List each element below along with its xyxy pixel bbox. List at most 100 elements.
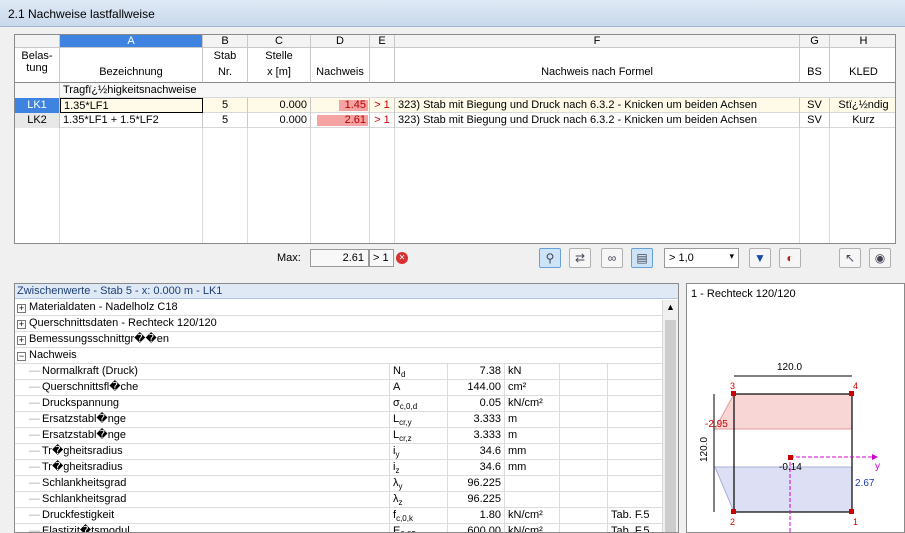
view-icon[interactable]: ◉ (869, 248, 891, 268)
detail-row: — Druckfestigkeit fc,0,k 1.80 kN/cm² Tab. F.5 (15, 508, 663, 524)
detail-reference (608, 476, 663, 492)
detail-unit: m (505, 412, 560, 428)
show-relation-button[interactable]: ⚲ (539, 248, 561, 268)
detail-row: — Tr�gheitsradius iz 34.6 mm (15, 460, 663, 476)
detail-name: Druckfestigkeit (42, 509, 115, 521)
detail-row: — Ersatzstabl�nge Lcr,y 3.333 m (15, 412, 663, 428)
table-row[interactable]: LK1 1.35*LF1 5 0.000 1.45 > 1 323) Stab … (15, 98, 895, 113)
select-icon[interactable]: ↖ (839, 248, 861, 268)
detail-name: Elastizit�tsmodul (42, 525, 130, 533)
section-view-panel: 1 - Rechteck 120/120 120.0 120.0 3 4 2 1… (686, 283, 905, 533)
detail-name: Schlankheitsgrad (42, 493, 127, 505)
corner-label: 4 (853, 381, 858, 391)
axis-y-label: y (875, 461, 880, 472)
detail-unit: mm (505, 460, 560, 476)
detail-row: — Querschnittsfl�che A 144.00 cm² (15, 380, 663, 396)
max-toolbar: Max: 2.61 > 1 ✕ ⚲ ⇄ ∞ ▤ > 1,0 ▾ ▼ ◐ ↖ ◉ (14, 244, 896, 272)
detail-symbol: Nd (390, 364, 448, 380)
row-label[interactable]: LK1 (15, 98, 60, 113)
detail-row: — Tr�gheitsradius iy 34.6 mm (15, 444, 663, 460)
detail-name: Tr�gheitsradius (42, 445, 123, 457)
section-drawing: 120.0 120.0 3 4 2 1 -2.95 -0.14 2.67 y (699, 362, 880, 532)
scroll-thumb[interactable] (665, 320, 676, 532)
corner-label: 3 (730, 381, 735, 391)
detail-symbol: E0,05 (390, 524, 448, 532)
color-scale-icon[interactable]: ◐ (779, 248, 801, 268)
stress-area-top (714, 393, 853, 430)
col-header-a[interactable]: A Bezeichnung (60, 35, 203, 83)
detail-unit: m (505, 428, 560, 444)
detail-value: 96.225 (448, 476, 505, 492)
axis-arrow-icon (872, 454, 878, 460)
detail-unit: kN/cm² (505, 508, 560, 524)
corner-label: 2 (730, 517, 735, 527)
detail-symbol: Lcr,y (390, 412, 448, 428)
col-header-g[interactable]: G BS (800, 35, 830, 83)
detail-unit: mm (505, 444, 560, 460)
col-header-h[interactable]: H KLED (830, 35, 895, 83)
col-header-b[interactable]: B Stab Nr. (203, 35, 248, 83)
detail-value: 34.6 (448, 444, 505, 460)
filter-select[interactable]: > 1,0 ▾ (664, 248, 739, 268)
detail-symbol: λz (390, 492, 448, 508)
detail-name: Schlankheitsgrad (42, 477, 127, 489)
show-diagram-button[interactable]: ▤ (631, 248, 653, 268)
stress-label-right: 2.67 (855, 478, 875, 489)
node-center (788, 455, 793, 460)
col-header-c[interactable]: C Stelle x [m] (248, 35, 311, 83)
corner-label: 1 (853, 517, 858, 527)
node-4 (849, 391, 854, 396)
max-flag: > 1 (369, 249, 394, 267)
filter-icon[interactable]: ▼ (749, 248, 771, 268)
detail-value: 3.333 (448, 412, 505, 428)
detail-name: Druckspannung (42, 397, 120, 409)
detail-reference: Tab. F.5 (608, 524, 663, 532)
detail-reference (608, 428, 663, 444)
col-header-e[interactable]: E (370, 35, 395, 83)
panel-title: 2.1 Nachweise lastfallweise (0, 0, 905, 27)
dim-left-label: 120.0 (699, 437, 710, 462)
detail-reference (608, 492, 663, 508)
show-result-button[interactable]: ∞ (601, 248, 623, 268)
row-label[interactable]: LK2 (15, 113, 60, 128)
tree-group-material[interactable]: + Materialdaten - Nadelholz C18 (15, 300, 663, 316)
node-1 (849, 509, 854, 514)
detail-unit (505, 492, 560, 508)
detail-symbol: A (390, 380, 448, 396)
detail-symbol: iz (390, 460, 448, 476)
scrollbar[interactable]: ▲ (662, 300, 678, 532)
stress-label-center: -0.14 (779, 462, 802, 473)
detail-value: 0.05 (448, 396, 505, 412)
detail-symbol: iy (390, 444, 448, 460)
detail-row: — Normalkraft (Druck) Nd 7.38 kN (15, 364, 663, 380)
detail-symbol: Lcr,z (390, 428, 448, 444)
detail-value: 96.225 (448, 492, 505, 508)
detail-reference (608, 396, 663, 412)
tree-group-forces[interactable]: + Bemessungsschnittgr��en (15, 332, 663, 348)
detail-reference (608, 364, 663, 380)
detail-row: —Elastizit�tsmodulE0,05600.00kN/cm²Tab. … (15, 524, 663, 533)
node-3 (731, 391, 736, 396)
show-member-button[interactable]: ⇄ (569, 248, 591, 268)
col-header-belastung: Belas- tung (15, 35, 60, 83)
max-label: Max: (277, 252, 301, 264)
detail-reference: Tab. F.5 (608, 508, 663, 524)
col-header-d[interactable]: D Nachweis (311, 35, 370, 83)
chevron-down-icon: ▾ (729, 251, 734, 261)
group-row: Tragfï¿½higkeitsnachweise (15, 83, 895, 98)
detail-name: Ersatzstabl�nge (42, 413, 127, 425)
col-header-f[interactable]: F Nachweis nach Formel (395, 35, 800, 83)
detail-value: 1.80 (448, 508, 505, 524)
detail-value: 144.00 (448, 380, 505, 396)
detail-reference (608, 380, 663, 396)
intermediate-values-panel: Zwischenwerte - Stab 5 - x: 0.000 m - LK… (14, 283, 679, 533)
section-title: 1 - Rechteck 120/120 (691, 288, 796, 300)
scroll-up-icon[interactable]: ▲ (666, 302, 675, 312)
results-table: Belas- tung A Bezeichnung B Stab Nr. C S… (14, 34, 896, 244)
tree-group-section[interactable]: + Querschnittsdaten - Rechteck 120/120 (15, 316, 663, 332)
detail-unit: kN (505, 364, 560, 380)
detail-value: 600.00 (448, 524, 505, 532)
tree-group-nachweis[interactable]: − Nachweis (15, 348, 663, 364)
detail-unit: cm² (505, 380, 560, 396)
table-row[interactable]: LK2 1.35*LF1 + 1.5*LF2 5 0.000 2.61 > 1 … (15, 113, 895, 128)
